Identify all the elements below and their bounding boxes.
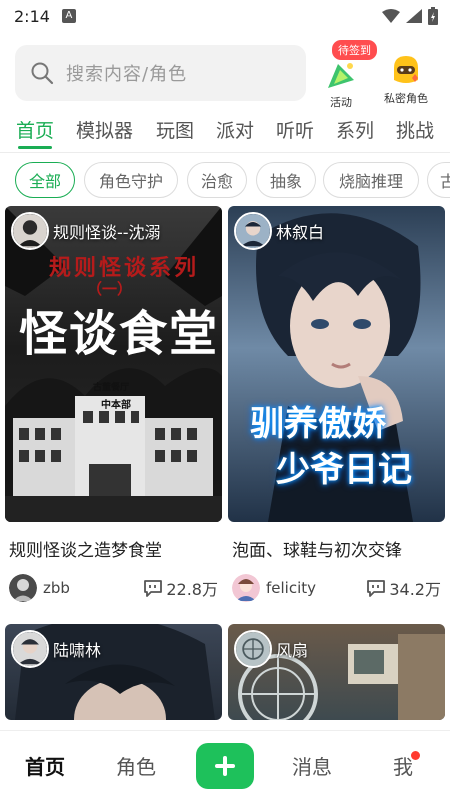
author-name: 风扇	[276, 641, 309, 660]
author-pill: 林叙白	[234, 212, 324, 250]
user-name[interactable]: felicity	[266, 579, 316, 597]
card-title: 泡面、球鞋与初次交锋	[232, 541, 402, 561]
status-indicators	[382, 7, 438, 25]
story-card[interactable]: 风扇	[228, 624, 445, 720]
status-bar: 2:14 A	[0, 0, 450, 32]
card-meta: felicity 34.2万	[228, 573, 445, 603]
chat-icon	[144, 580, 163, 597]
chip-brain-reasoning[interactable]: 烧脑推理	[323, 162, 419, 198]
author-avatar	[234, 630, 272, 668]
secret-role-icon	[394, 56, 418, 83]
chat-count-value: 22.8万	[166, 580, 218, 599]
tab-party[interactable]: 派对	[216, 116, 254, 143]
user-avatar	[9, 574, 37, 602]
cover-tag-text: 中本部	[101, 400, 131, 411]
story-card[interactable]: 规则怪谈系列 （一） 怪谈食堂 古董餐厅 中本部 规则怪谈--沈溺 规则怪谈之造…	[5, 206, 222, 603]
card-cover: 陆啸林	[5, 624, 222, 720]
cover-line-2: 少爷日记	[276, 450, 412, 490]
chat-count: 34.2万	[366, 576, 445, 600]
author-pill: 陆啸林	[11, 630, 101, 668]
secret-role-button[interactable]: 私密角色	[378, 42, 434, 106]
signal-icon	[406, 9, 422, 23]
author-name: 规则怪谈--沈溺	[53, 223, 161, 242]
author-name: 林叙白	[276, 223, 325, 242]
chip-healing[interactable]: 治愈	[187, 162, 247, 198]
card-cover: 风扇	[228, 624, 445, 720]
nav-home[interactable]: 首页	[25, 751, 65, 780]
secret-role-label: 私密角色	[384, 92, 428, 105]
tab-simulator[interactable]: 模拟器	[76, 116, 133, 143]
tab-play-image[interactable]: 玩图	[156, 116, 194, 143]
plus-icon	[215, 756, 235, 776]
tab-home[interactable]: 首页	[16, 116, 54, 143]
tabs-divider	[0, 152, 450, 153]
chip-ancient[interactable]: 古	[427, 162, 450, 198]
user-avatar	[232, 574, 260, 602]
chip-abstract[interactable]: 抽象	[256, 162, 316, 198]
author-pill: 规则怪谈--沈溺	[11, 212, 161, 250]
main-tabs: 首页 模拟器 玩图 派对 听听 系列 挑战	[0, 108, 450, 152]
user-name[interactable]: zbb	[43, 579, 70, 597]
nav-role[interactable]: 角色	[116, 751, 156, 780]
author-avatar	[234, 212, 272, 250]
check-in-badge: 待签到	[332, 40, 377, 60]
notification-dot	[411, 751, 420, 760]
author-name: 陆啸林	[53, 641, 102, 660]
chat-count: 22.8万	[143, 576, 222, 600]
tab-challenge[interactable]: 挑战	[396, 116, 434, 143]
notification-icon: A	[61, 9, 76, 23]
tab-listen[interactable]: 听听	[276, 116, 314, 143]
search-placeholder: 搜索内容/角色	[66, 64, 188, 85]
nav-messages[interactable]: 消息	[292, 751, 332, 780]
tab-series[interactable]: 系列	[336, 116, 374, 143]
card-meta: zbb 22.8万	[5, 573, 222, 603]
chat-icon	[367, 580, 386, 597]
wifi-icon	[382, 9, 400, 23]
author-avatar	[11, 630, 49, 668]
bottom-nav: 首页 角色 消息 我	[0, 730, 450, 800]
activity-icon	[328, 63, 354, 88]
card-cover: 驯养傲娇 少爷日记 林叙白	[228, 206, 445, 522]
card-cover: 规则怪谈系列 （一） 怪谈食堂 古董餐厅 中本部 规则怪谈--沈溺	[5, 206, 222, 522]
cover-main-text: 怪谈食堂	[19, 306, 220, 362]
search-icon	[31, 62, 54, 85]
author-avatar	[11, 212, 49, 250]
nav-me[interactable]: 我	[393, 751, 413, 780]
author-pill: 风扇	[234, 630, 308, 668]
story-card[interactable]: 驯养傲娇 少爷日记 林叙白 泡面、球鞋与初次交锋 felicity 34.2万	[228, 206, 445, 603]
active-tab-indicator	[18, 146, 52, 149]
create-button[interactable]	[196, 743, 254, 789]
status-time: 2:14	[14, 6, 50, 26]
battery-icon	[428, 7, 438, 25]
filter-chips: 全部 角色守护 治愈 抽象 烧脑推理 古	[0, 162, 450, 200]
cover-line-1: 驯养傲娇	[250, 404, 386, 444]
cover-sign-text: 古董餐厅	[93, 383, 130, 393]
chip-all[interactable]: 全部	[15, 162, 75, 198]
search-input[interactable]: 搜索内容/角色	[15, 45, 306, 101]
card-title: 规则怪谈之造梦食堂	[9, 541, 162, 561]
chip-role-guard[interactable]: 角色守护	[84, 162, 178, 198]
story-card[interactable]: 陆啸林	[5, 624, 222, 720]
chat-count-value: 34.2万	[389, 580, 441, 599]
